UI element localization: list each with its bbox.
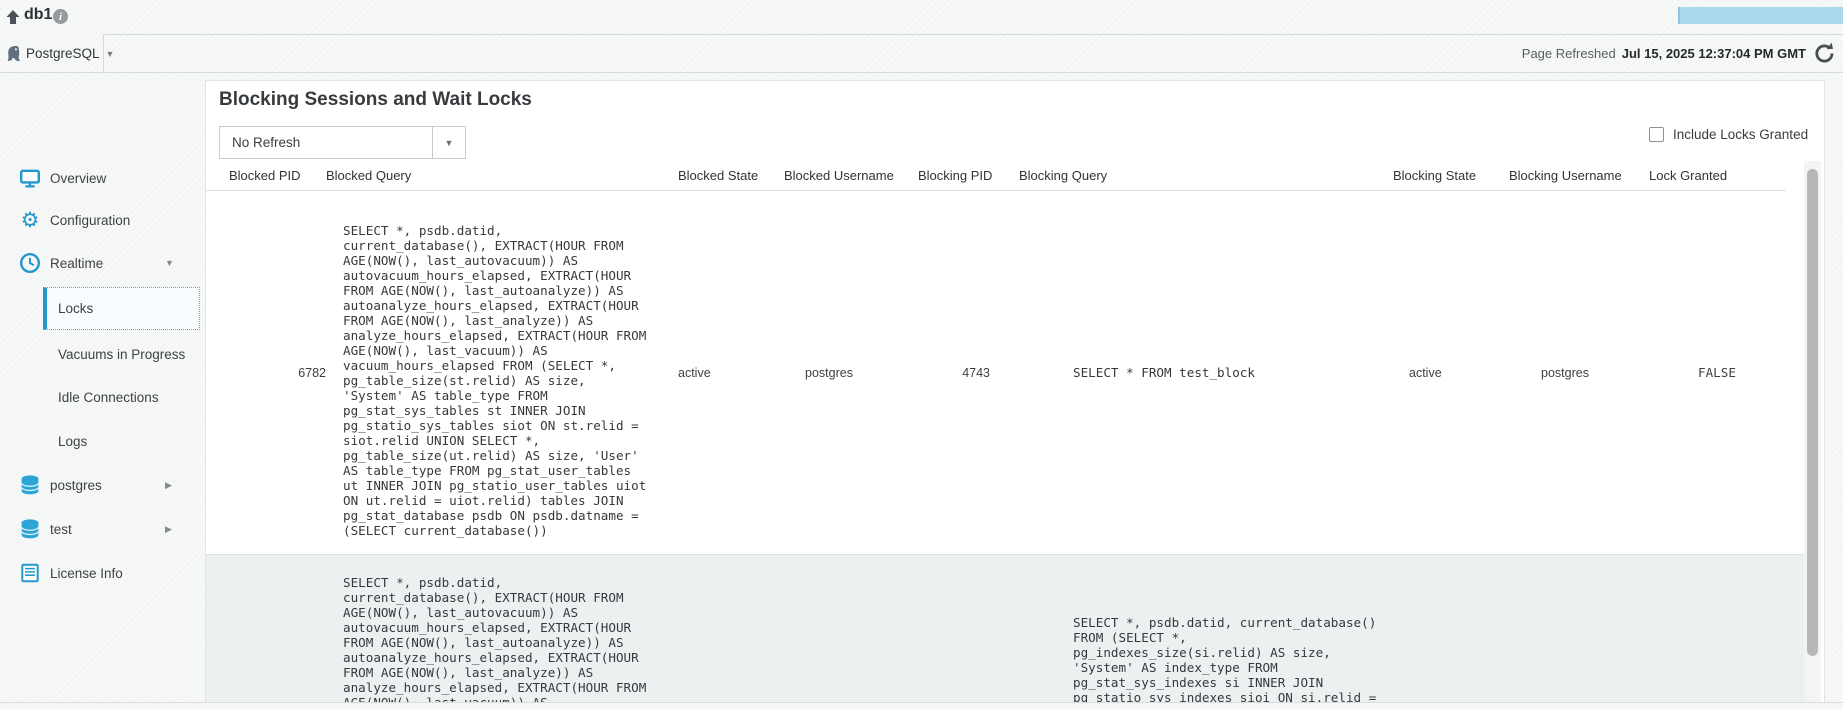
sidebar-item-label: Vacuums in Progress: [58, 347, 185, 362]
sidebar-item-locks[interactable]: Locks: [43, 287, 200, 330]
include-locks-label: Include Locks Granted: [1673, 127, 1808, 142]
info-icon[interactable]: [53, 9, 68, 24]
table-scrollbar-thumb[interactable]: [1807, 169, 1818, 656]
sidebar-item-realtime[interactable]: Realtime: [0, 243, 205, 283]
column-header-blocked-pid[interactable]: Blocked PID: [229, 168, 326, 183]
license-doc-icon: [19, 562, 41, 584]
blocking-username-value: postgres: [1509, 366, 1649, 380]
column-header-blocking-username[interactable]: Blocking Username: [1509, 168, 1649, 183]
table-row[interactable]: SELECT *, psdb.datid, current_database()…: [206, 554, 1804, 709]
column-header-blocked-query[interactable]: Blocked Query: [326, 168, 678, 183]
sidebar-item-configuration[interactable]: ⚙ Configuration: [0, 200, 205, 240]
page-title: Blocking Sessions and Wait Locks: [219, 89, 532, 111]
content-panel: Blocking Sessions and Wait Locks No Refr…: [205, 80, 1825, 709]
monitor-icon: [19, 167, 41, 189]
sidebar-item-license-info[interactable]: License Info: [0, 553, 205, 593]
include-locks-control: Include Locks Granted: [1649, 127, 1808, 142]
database-icon: [19, 474, 41, 496]
database-icon: [19, 518, 41, 540]
sidebar-item-label: test: [50, 522, 72, 537]
sidebar-item-label: Overview: [50, 171, 106, 186]
chevron-right-icon[interactable]: [165, 524, 172, 535]
sidebar-item-label: Idle Connections: [58, 390, 159, 405]
page-refreshed-label: Page Refreshed: [1522, 46, 1616, 61]
lock-granted-value: FALSE: [1649, 365, 1804, 380]
clock-icon: [19, 252, 41, 274]
sidebar-item-label: Logs: [58, 434, 87, 449]
column-header-blocking-state[interactable]: Blocking State: [1393, 168, 1509, 183]
chevron-down-icon[interactable]: [432, 127, 465, 158]
refresh-interval-value: No Refresh: [232, 135, 432, 150]
sidebar-item-label: Configuration: [50, 213, 130, 228]
chevron-down-icon: [106, 49, 115, 59]
refresh-icon[interactable]: [1812, 41, 1837, 66]
sidebar-item-test[interactable]: test: [0, 509, 205, 549]
database-type-selector[interactable]: PostgreSQL: [0, 35, 103, 72]
column-header-lock-granted[interactable]: Lock Granted: [1649, 168, 1804, 183]
blocked-username-value: postgres: [784, 366, 918, 380]
blocking-query-value: SELECT * FROM test_block: [1019, 365, 1393, 380]
page-refresh-area: Page Refreshed Jul 15, 2025 12:37:04 PM …: [1522, 35, 1837, 72]
connbar-bottom-border: [0, 72, 1843, 73]
blocking-pid-value: 4743: [918, 366, 1019, 380]
database-type-label: PostgreSQL: [26, 46, 100, 61]
refresh-interval-select[interactable]: No Refresh: [219, 126, 466, 159]
sidebar-item-idle-connections[interactable]: Idle Connections: [0, 377, 205, 417]
column-header-blocking-query[interactable]: Blocking Query: [1019, 168, 1393, 183]
column-header-blocked-state[interactable]: Blocked State: [678, 168, 784, 183]
connbar-separator: [103, 35, 104, 72]
selection-highlight: [1678, 7, 1843, 24]
sidebar-item-label: Locks: [58, 301, 93, 316]
blocking-state-value: active: [1393, 366, 1509, 380]
window-bottom-edge: [0, 702, 1843, 709]
page-refreshed-timestamp: Jul 15, 2025 12:37:04 PM GMT: [1622, 46, 1806, 61]
include-locks-checkbox[interactable]: [1649, 127, 1664, 142]
up-arrow-icon[interactable]: [5, 9, 21, 25]
chevron-right-icon[interactable]: [165, 480, 172, 491]
blocked-query-value: SELECT *, psdb.datid, current_database()…: [326, 555, 678, 709]
blocking-query-value: SELECT *, psdb.datid, current_database()…: [1019, 555, 1393, 709]
sidebar-item-logs[interactable]: Logs: [0, 421, 205, 461]
sidebar-item-label: postgres: [50, 478, 102, 493]
column-header-blocking-pid[interactable]: Blocking PID: [918, 168, 1019, 183]
postgresql-icon: [4, 44, 23, 63]
gear-icon: ⚙: [19, 209, 41, 231]
blocked-pid-value: 6782: [229, 366, 326, 380]
blocked-query-value: SELECT *, psdb.datid, current_database()…: [326, 215, 678, 530]
app-window: db1 PostgreSQL Page Refreshed Jul 15, 20…: [0, 0, 1843, 709]
sidebar-item-label: Realtime: [50, 256, 103, 271]
table-row[interactable]: 6782 SELECT *, psdb.datid, current_datab…: [206, 191, 1804, 554]
instance-name: db1: [24, 6, 52, 24]
chevron-down-icon[interactable]: [165, 258, 174, 268]
sidebar-item-vacuums-in-progress[interactable]: Vacuums in Progress: [0, 334, 205, 374]
sidebar-item-overview[interactable]: Overview: [0, 158, 205, 198]
table-header-row: Blocked PID Blocked Query Blocked State …: [206, 161, 1786, 191]
sidebar: Overview ⚙ Configuration Realtime Locks …: [0, 73, 205, 709]
blocked-state-value: active: [678, 366, 784, 380]
sidebar-item-postgres[interactable]: postgres: [0, 465, 205, 505]
sidebar-item-label: License Info: [50, 566, 123, 581]
column-header-blocked-username[interactable]: Blocked Username: [784, 168, 918, 183]
